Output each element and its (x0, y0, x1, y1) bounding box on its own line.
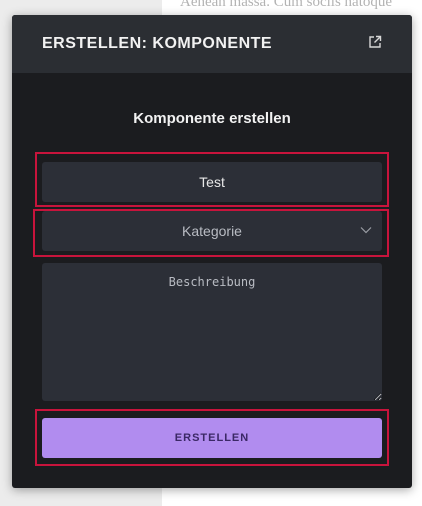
form-heading: Komponente erstellen (133, 110, 291, 127)
panel-header: ERSTELLEN: KOMPONENTE (12, 15, 412, 73)
external-link-icon[interactable] (368, 35, 382, 49)
description-textarea[interactable] (42, 263, 382, 401)
chevron-down-icon (360, 227, 372, 234)
category-select-value: Kategorie (182, 223, 242, 239)
category-select[interactable]: Kategorie (42, 211, 382, 251)
create-button[interactable]: ERSTELLEN (42, 418, 382, 458)
component-name-input[interactable] (42, 162, 382, 202)
background-text: Aenean massa. Cum sociis natoque (180, 0, 393, 10)
create-component-panel: ERSTELLEN: KOMPONENTE Komponente erstell… (12, 15, 412, 488)
panel-title: ERSTELLEN: KOMPONENTE (42, 35, 273, 52)
